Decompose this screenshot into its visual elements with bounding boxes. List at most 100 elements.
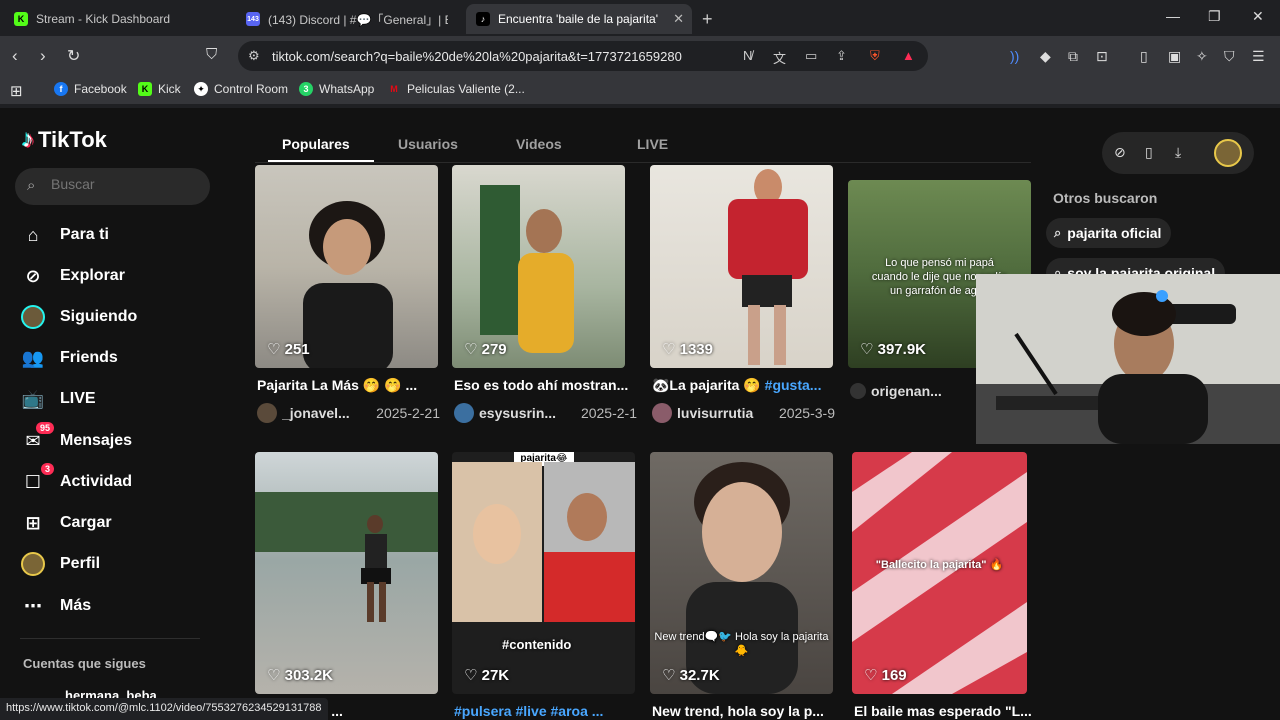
search-input[interactable] [51,176,201,192]
video-thumbnail[interactable]: pajarita😂 #contenido ♡ 27K [452,452,635,694]
avatar[interactable] [850,383,866,399]
suggestion-chip[interactable]: ⌕ pajarita oficial [1046,218,1172,248]
brave-rewards-icon[interactable]: ▲ [902,48,915,63]
nav-mensajes[interactable]: ✉ 95 Mensajes [20,422,132,456]
webcam-art [976,274,1280,444]
extensions-icon[interactable]: ⧉ [1068,48,1078,65]
nav-friends[interactable]: 👥 Friends [20,343,118,373]
nav-actividad[interactable]: ☐ 3 Actividad [20,463,132,497]
sidebar-toggle-icon[interactable]: ▯ [1140,48,1148,65]
new-tab-button[interactable]: + [702,9,713,30]
tab-kick[interactable]: K Stream - Kick Dashboard [4,4,234,34]
tab-tiktok[interactable]: ♪ Encuentra 'baile de la pajarita' en ✕ [466,4,692,34]
bookmarks-bar: ⊞ f Facebook K Kick ✦ Control Room 3 WhatsAp… [0,76,1280,104]
maximize-button[interactable]: ❐ [1208,8,1221,25]
audio-icon[interactable]: )) [1010,48,1019,64]
messages-badge: 95 [35,422,54,434]
hashtag[interactable]: #gusta... [765,377,822,393]
vpn-shield-icon[interactable]: ⛉ [1224,48,1235,65]
avatar[interactable] [1214,139,1242,167]
coins-icon[interactable]: ⊘ [1114,144,1126,161]
video-thumbnail[interactable]: "Ballecito la pajarita" 🔥 ♡ 169 [852,452,1027,694]
video-description[interactable]: Pajarita La Más 🤭 🤭 ... [257,377,440,394]
apps-grid-icon[interactable]: ⊞ [10,82,23,100]
device-icon[interactable]: ▯ [1145,144,1153,161]
bookmark-peliculas[interactable]: M Peliculas Valiente (2... [387,82,525,96]
nav-label: Perfil [60,555,101,572]
nav-mas[interactable]: ⋯ Más [20,591,91,621]
bookmark-whatsapp[interactable]: 3 WhatsApp [299,82,374,96]
tab-live[interactable]: LIVE [637,136,668,152]
upload-plus-icon: ⊞ [25,512,41,533]
nav-perfil[interactable]: Perfil [20,549,100,579]
avatar[interactable] [652,403,672,423]
bookmark-control-room[interactable]: ✦ Control Room [194,82,288,96]
no-translate-icon[interactable]: N̸ [743,48,752,63]
video-thumbnail[interactable]: ♡ 1339 [650,165,833,368]
bookmark-facebook[interactable]: f Facebook [54,82,127,96]
tab-populares[interactable]: Populares [282,136,350,152]
bookmark-kick[interactable]: K Kick [138,82,181,96]
discord-icon: 143 [246,12,260,26]
search-box[interactable]: ⌕ [15,168,210,205]
video-description[interactable]: El baile mas esperado "L... [854,703,1037,719]
username[interactable]: esysusrin... [479,405,564,421]
close-window-button[interactable]: ✕ [1252,8,1264,25]
video-thumbnail[interactable]: New trend🗨️🐦 Hola soy la pajarita🐥 ♡ 32.… [650,452,833,694]
wallet-icon[interactable]: ▣ [1168,48,1181,65]
video-hashtags[interactable]: #pulsera #live #aroa ... [454,703,637,719]
nav-live[interactable]: 📺 LIVE [20,384,96,414]
tab-discord[interactable]: 143 (143) Discord | #💬「General」| BRUN [236,4,462,34]
tab-usuarios[interactable]: Usuarios [398,136,458,152]
more-dots-icon: ⋯ [24,595,42,616]
forward-button[interactable]: › [40,46,46,66]
tab-videos[interactable]: Videos [516,136,562,152]
nav-para-ti[interactable]: ⌂ Para ti [20,220,109,250]
extension-diamond-icon[interactable]: ◆ [1040,48,1051,65]
cast-icon[interactable]: ▭ [805,48,817,64]
share-icon[interactable]: ⇪ [836,48,847,64]
nav-label: LIVE [60,390,96,407]
video-thumbnail-art [452,462,635,622]
menu-icon[interactable]: ☰ [1252,48,1265,65]
activity-badge: 3 [40,463,54,475]
username[interactable]: origenan... [871,383,956,399]
bookmark-icon[interactable]: ⛉ [206,46,217,63]
video-description[interactable]: New trend, hola soy la p... [652,703,835,719]
post-date: 2025-2-21 [376,405,440,421]
nav-cargar[interactable]: ⊞ Cargar [20,508,112,538]
following-title: Cuentas que sigues [23,656,146,671]
brave-shield-icon[interactable]: ⛨ [870,48,880,64]
video-thumbnail[interactable]: ♡ 303.2K [255,452,438,694]
video-thumbnail[interactable]: ♡ 251 [255,165,438,368]
video-description[interactable]: 🐼La pajarita 🤭 #gusta... [652,377,835,394]
translate-icon[interactable]: 文 [773,48,786,67]
video-thumbnail-art [728,169,808,365]
close-tab-icon[interactable]: ✕ [673,11,684,27]
back-button[interactable]: ‹ [12,46,18,66]
nav-siguiendo[interactable]: Siguiendo [20,302,137,332]
like-count: ♡ 279 [464,341,507,358]
video-thumbnail[interactable]: ♡ 279 [452,165,625,368]
nav-label: Siguiendo [60,308,138,325]
video-description[interactable]: Eso es todo ahí mostran... [454,377,637,393]
ai-sparkle-icon[interactable]: ✧ [1196,48,1208,65]
download-icon[interactable]: ⤓ [1175,144,1181,161]
tiktok-logo[interactable]: ♪ TikTok [22,126,107,154]
reload-button[interactable]: ↻ [67,46,80,66]
screenshot-icon[interactable]: ⊡ [1096,48,1108,65]
site-info-icon[interactable]: ⚙ [248,48,260,64]
video-thumbnail-art [303,201,393,368]
tabs-divider [255,162,1031,163]
bookmark-label: Peliculas Valiente (2... [407,82,525,96]
nav-label: Cargar [60,514,112,531]
address-bar[interactable]: ⚙ tiktok.com/search?q=baile%20de%20la%20… [238,41,928,71]
avatar[interactable] [454,403,474,423]
avatar[interactable] [257,403,277,423]
username[interactable]: _jonavel... [282,405,367,421]
minimize-button[interactable]: — [1166,8,1180,24]
nav-explorar[interactable]: ⊘ Explorar [20,261,124,291]
username[interactable]: luvisurrutia [677,405,762,421]
tab-title: Encuentra 'baile de la pajarita' en [498,12,658,26]
avatar [20,551,46,577]
